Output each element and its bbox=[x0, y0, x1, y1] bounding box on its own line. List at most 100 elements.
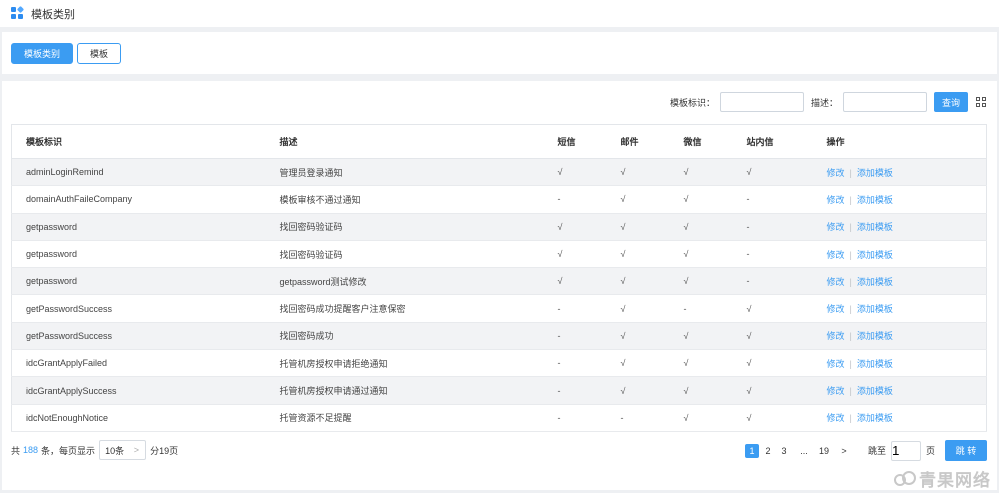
description-cell: 模板审核不通过通知 bbox=[265, 185, 544, 214]
email-cell: √ bbox=[606, 240, 670, 269]
watermark-logo-icon bbox=[894, 470, 916, 488]
add-template-link[interactable]: 添加模板 bbox=[857, 250, 893, 260]
page-3[interactable]: 3 bbox=[777, 444, 791, 458]
edit-link[interactable]: 修改 bbox=[827, 331, 845, 341]
description-cell: 找回密码成功 bbox=[265, 322, 544, 351]
site-message-cell: √ bbox=[732, 322, 813, 351]
site-message-cell: √ bbox=[732, 294, 813, 323]
site-message-cell: √ bbox=[732, 376, 813, 405]
col-actions: 操作 bbox=[812, 124, 987, 159]
page-19[interactable]: 19 bbox=[817, 444, 831, 458]
site-message-cell: √ bbox=[732, 404, 813, 432]
edit-link[interactable]: 修改 bbox=[827, 386, 845, 396]
tabs-bar: 模板类别 模板 bbox=[2, 32, 997, 74]
template-id-cell: adminLoginRemind bbox=[11, 158, 266, 187]
actions-cell: 修改 | 添加模板 bbox=[812, 404, 987, 432]
sms-cell: - bbox=[543, 349, 607, 378]
watermark: 青果网络 bbox=[894, 466, 991, 491]
action-separator: | bbox=[849, 358, 852, 369]
add-template-link[interactable]: 添加模板 bbox=[857, 359, 893, 369]
table-row: getpassword getpassword测试修改 √ √ √ - 修改 | 添加模板 bbox=[11, 267, 987, 296]
wechat-cell: √ bbox=[669, 158, 733, 187]
add-template-link[interactable]: 添加模板 bbox=[857, 195, 893, 205]
description-cell: 托管机房授权申请通过通知 bbox=[265, 376, 544, 405]
add-template-link[interactable]: 添加模板 bbox=[857, 168, 893, 178]
main-panel: 模板标识： 描述： 查询 模板标识 描述 短信 邮件 微信 站内信 操作 adm… bbox=[2, 81, 997, 490]
sms-cell: √ bbox=[543, 240, 607, 269]
tab-template[interactable]: 模板 bbox=[77, 42, 122, 64]
action-separator: | bbox=[849, 167, 852, 178]
col-sms: 短信 bbox=[543, 124, 607, 159]
template-id-cell: idcNotEnoughNotice bbox=[11, 404, 266, 432]
actions-cell: 修改 | 添加模板 bbox=[812, 158, 987, 187]
add-template-link[interactable]: 添加模板 bbox=[857, 386, 893, 396]
tab-template-category[interactable]: 模板类别 bbox=[11, 42, 74, 64]
action-separator: | bbox=[849, 331, 852, 342]
template-id-cell: idcGrantApplyFailed bbox=[11, 349, 266, 378]
template-id-input[interactable] bbox=[719, 92, 804, 112]
page-size-select[interactable]: 10条 > bbox=[99, 440, 147, 460]
add-template-link[interactable]: 添加模板 bbox=[857, 413, 893, 423]
site-message-cell: - bbox=[732, 240, 813, 269]
action-separator: | bbox=[849, 386, 852, 397]
table-row: idcNotEnoughNotice 托管资源不足提醒 - - √ √ 修改 | 添加模板 bbox=[11, 404, 987, 432]
actions-cell: 修改 | 添加模板 bbox=[812, 240, 987, 269]
edit-link[interactable]: 修改 bbox=[827, 359, 845, 369]
sms-cell: √ bbox=[543, 213, 607, 241]
edit-link[interactable]: 修改 bbox=[827, 250, 845, 260]
edit-link[interactable]: 修改 bbox=[827, 277, 845, 287]
email-cell: - bbox=[606, 404, 670, 432]
pagination-summary: 共 188 条，每页显示 10条 > 分19页 bbox=[11, 440, 178, 460]
edit-link[interactable]: 修改 bbox=[827, 413, 845, 423]
add-template-link[interactable]: 添加模板 bbox=[857, 277, 893, 287]
template-id-cell: getpassword bbox=[11, 240, 266, 269]
wechat-cell: √ bbox=[669, 349, 733, 378]
actions-cell: 修改 | 添加模板 bbox=[812, 376, 987, 405]
actions-cell: 修改 | 添加模板 bbox=[812, 213, 987, 241]
sms-cell: √ bbox=[543, 267, 607, 296]
sms-cell: - bbox=[543, 376, 607, 405]
edit-link[interactable]: 修改 bbox=[827, 304, 845, 314]
table-row: getPasswordSuccess 找回密码成功提醒客户注意保密 - √ - √ 修改 | 添… bbox=[11, 294, 987, 323]
template-id-cell: getpassword bbox=[11, 213, 266, 241]
actions-cell: 修改 | 添加模板 bbox=[812, 185, 987, 214]
table-row: getpassword 找回密码验证码 √ √ √ - 修改 | 添加模板 bbox=[11, 240, 987, 269]
sms-cell: - bbox=[543, 185, 607, 214]
description-cell: 找回密码验证码 bbox=[265, 240, 544, 269]
page-title: 模板类别 bbox=[31, 8, 75, 21]
column-settings-icon[interactable] bbox=[976, 96, 987, 108]
query-button[interactable]: 查询 bbox=[934, 92, 968, 112]
total-suffix: 条，每页显示 bbox=[41, 445, 96, 456]
actions-cell: 修改 | 添加模板 bbox=[812, 349, 987, 378]
col-description: 描述 bbox=[265, 124, 544, 159]
wechat-cell: - bbox=[669, 294, 733, 323]
site-message-cell: √ bbox=[732, 158, 813, 187]
total-prefix: 共 bbox=[11, 445, 21, 456]
page-1[interactable]: 1 bbox=[744, 443, 759, 458]
jump-page-input[interactable] bbox=[890, 440, 921, 461]
pagination-controls: 1 2 3 ... 19 > 跳至 页 跳 转 bbox=[744, 440, 987, 461]
filter-bar: 模板标识： 描述： 查询 bbox=[670, 92, 987, 112]
add-template-link[interactable]: 添加模板 bbox=[857, 222, 893, 232]
add-template-link[interactable]: 添加模板 bbox=[857, 331, 893, 341]
jump-button[interactable]: 跳 转 bbox=[945, 440, 987, 461]
site-message-cell: - bbox=[732, 185, 813, 214]
description-input[interactable] bbox=[843, 92, 927, 112]
edit-link[interactable]: 修改 bbox=[827, 168, 845, 178]
add-template-link[interactable]: 添加模板 bbox=[857, 304, 893, 314]
total-pages: 分19页 bbox=[150, 445, 179, 456]
page-unit-label: 页 bbox=[925, 446, 935, 456]
watermark-text: 青果网络 bbox=[919, 471, 991, 490]
wechat-cell: √ bbox=[669, 376, 733, 405]
table-row: idcGrantApplyFailed 托管机房授权申请拒绝通知 - √ √ √ 修改 | 添加… bbox=[11, 349, 987, 378]
email-cell: √ bbox=[606, 376, 670, 405]
next-page-button[interactable]: > bbox=[837, 444, 851, 458]
template-id-cell: idcGrantApplySuccess bbox=[11, 376, 266, 405]
template-id-cell: getpassword bbox=[11, 267, 266, 296]
edit-link[interactable]: 修改 bbox=[827, 222, 845, 232]
page-ellipsis: ... bbox=[800, 445, 808, 456]
sms-cell: - bbox=[543, 404, 607, 432]
edit-link[interactable]: 修改 bbox=[827, 195, 845, 205]
template-id-label: 模板标识： bbox=[669, 97, 715, 108]
page-2[interactable]: 2 bbox=[761, 444, 775, 458]
